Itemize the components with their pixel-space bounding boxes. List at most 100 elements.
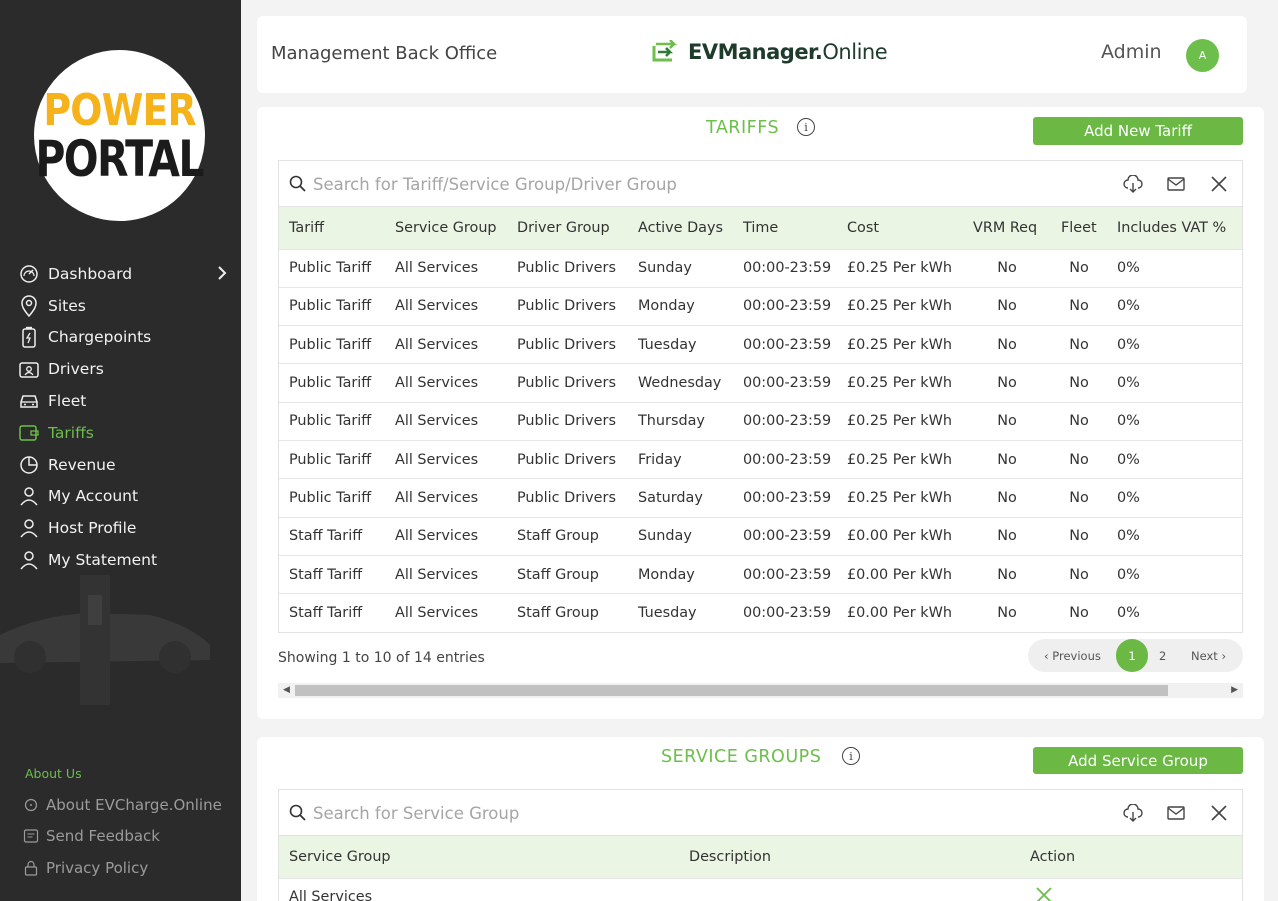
add-new-tariff-button[interactable]: Add New Tariff xyxy=(1033,117,1243,145)
sidebar-item-my-account[interactable]: My Account xyxy=(18,481,233,513)
next-page-button[interactable]: Next › xyxy=(1191,649,1226,663)
table-cell: 0% xyxy=(1107,363,1242,403)
about-us-heading: About Us xyxy=(25,766,82,781)
table-cell: Public Drivers xyxy=(507,478,628,518)
service-groups-title: SERVICE GROUPS xyxy=(661,747,822,767)
table-cell: No xyxy=(963,363,1051,403)
download-icon[interactable] xyxy=(1122,173,1144,195)
table-cell: £0.25 Per kWh xyxy=(837,325,963,364)
sidebar-item-fleet[interactable]: Fleet xyxy=(18,385,233,417)
table-cell: 0% xyxy=(1107,516,1242,556)
table-row[interactable]: Public Tariff All Services Public Drivers S… xyxy=(279,478,1242,518)
pie-chart-icon xyxy=(18,454,40,476)
horizontal-scrollbar[interactable]: ◀ ▶ xyxy=(278,683,1243,698)
privacy-policy-link[interactable]: Privacy Policy xyxy=(22,852,222,884)
column-header[interactable]: VRM Req xyxy=(963,207,1051,249)
avatar[interactable]: A xyxy=(1186,39,1219,72)
email-icon[interactable] xyxy=(1165,802,1187,824)
table-row[interactable]: Public Tariff All Services Public Drivers T… xyxy=(279,401,1242,441)
table-cell: 00:00-23:59 xyxy=(733,593,837,632)
column-header[interactable]: Fleet xyxy=(1051,207,1107,249)
sidebar-item-label: My Statement xyxy=(48,551,158,570)
column-header[interactable]: Includes VAT % xyxy=(1107,207,1242,249)
table-row[interactable]: All Services xyxy=(279,877,1242,901)
table-row[interactable]: Public Tariff All Services Public Drivers T… xyxy=(279,325,1242,364)
email-icon[interactable] xyxy=(1165,173,1187,195)
table-row[interactable]: Staff Tariff All Services Staff Group Sunda… xyxy=(279,516,1242,556)
table-cell: 0% xyxy=(1107,248,1242,288)
sidebar-item-my-statement[interactable]: My Statement xyxy=(18,544,233,576)
service-group-search-input[interactable] xyxy=(313,800,1093,826)
table-row[interactable]: Public Tariff All Services Public Drivers F… xyxy=(279,439,1242,479)
table-cell: Public Tariff xyxy=(279,325,385,364)
table-cell: Thursday xyxy=(628,401,733,441)
sidebar-item-tariffs[interactable]: Tariffs xyxy=(18,417,233,449)
previous-page-button[interactable]: ‹ Previous xyxy=(1044,649,1101,663)
info-icon[interactable]: i xyxy=(797,118,815,136)
service-groups-card: SERVICE GROUPS i Add Service Group Servi… xyxy=(257,737,1264,901)
tariffs-search-input[interactable] xyxy=(313,171,1093,197)
table-cell: 0% xyxy=(1107,401,1242,441)
table-row[interactable]: Public Tariff All Services Public Drivers S… xyxy=(279,248,1242,288)
column-header[interactable]: Description xyxy=(679,836,1020,878)
scroll-left-arrow-icon[interactable]: ◀ xyxy=(283,685,290,695)
table-cell: 0% xyxy=(1107,593,1242,632)
sidebar-item-revenue[interactable]: Revenue xyxy=(18,449,233,481)
table-cell: 0% xyxy=(1107,325,1242,364)
delete-icon[interactable] xyxy=(1034,885,1054,901)
table-cell: 00:00-23:59 xyxy=(733,286,837,326)
add-service-group-button[interactable]: Add Service Group xyxy=(1033,747,1243,774)
column-header[interactable]: Active Days xyxy=(628,207,733,249)
table-row[interactable]: Staff Tariff All Services Staff Group Tuesd… xyxy=(279,593,1242,632)
user-icon xyxy=(18,485,40,507)
gauge-icon xyxy=(18,263,40,285)
sidebar-item-label: Revenue xyxy=(48,455,116,474)
table-cell: All Services xyxy=(385,593,507,632)
page-2-button[interactable]: 2 xyxy=(1159,649,1166,663)
table-cell: Staff Tariff xyxy=(279,554,385,594)
sidebar-item-sites[interactable]: Sites xyxy=(18,290,233,322)
table-row[interactable]: Public Tariff All Services Public Drivers M… xyxy=(279,286,1242,326)
table-row[interactable]: Staff Tariff All Services Staff Group Monda… xyxy=(279,554,1242,594)
column-header[interactable]: Service Group xyxy=(279,836,679,878)
sidebar-item-label: Drivers xyxy=(48,360,104,379)
page-1-button[interactable]: 1 xyxy=(1116,639,1148,672)
column-header[interactable]: Service Group xyxy=(385,207,507,249)
column-header[interactable]: Cost xyxy=(837,207,963,249)
send-feedback-link[interactable]: Send Feedback xyxy=(22,821,222,853)
column-header[interactable]: Time xyxy=(733,207,837,249)
table-cell: All Services xyxy=(385,401,507,441)
table-cell: Staff Tariff xyxy=(279,516,385,556)
column-header[interactable]: Action xyxy=(1020,836,1242,878)
table-row[interactable]: Public Tariff All Services Public Drivers W… xyxy=(279,363,1242,403)
column-header[interactable]: Driver Group xyxy=(507,207,628,249)
top-header: Management Back Office EVManager.Online … xyxy=(257,16,1247,93)
table-cell: No xyxy=(1051,478,1107,518)
user-name[interactable]: Admin xyxy=(1101,41,1162,63)
info-icon[interactable]: i xyxy=(842,747,860,765)
sidebar-item-drivers[interactable]: Drivers xyxy=(18,353,233,385)
sidebar-item-dashboard[interactable]: Dashboard xyxy=(18,258,233,290)
tariff-tag-icon xyxy=(18,422,40,444)
sidebar-item-host-profile[interactable]: Host Profile xyxy=(18,512,233,544)
scrollbar-thumb[interactable] xyxy=(295,685,1168,696)
scroll-right-arrow-icon[interactable]: ▶ xyxy=(1231,685,1238,695)
sidebar-item-chargepoints[interactable]: Chargepoints xyxy=(18,322,233,354)
close-icon[interactable] xyxy=(1208,173,1230,195)
logo-line1: POWER xyxy=(43,84,196,136)
table-cell: All Services xyxy=(385,554,507,594)
table-cell: No xyxy=(1051,248,1107,288)
info-icon xyxy=(22,796,40,814)
entries-info: Showing 1 to 10 of 14 entries xyxy=(278,650,485,666)
about-evcharge-link[interactable]: About EVCharge.Online xyxy=(22,789,222,821)
table-cell: Staff Group xyxy=(507,554,628,594)
table-cell: All Services xyxy=(385,516,507,556)
close-icon[interactable] xyxy=(1208,802,1230,824)
download-icon[interactable] xyxy=(1122,802,1144,824)
about-link-label: Send Feedback xyxy=(46,827,160,846)
search-icon xyxy=(289,175,306,196)
service-group-search-bar xyxy=(279,790,1242,836)
logo-line2: PORTAL xyxy=(35,129,205,188)
evmanager-brand-logo: EVManager.Online xyxy=(650,40,888,64)
column-header[interactable]: Tariff xyxy=(279,207,385,249)
